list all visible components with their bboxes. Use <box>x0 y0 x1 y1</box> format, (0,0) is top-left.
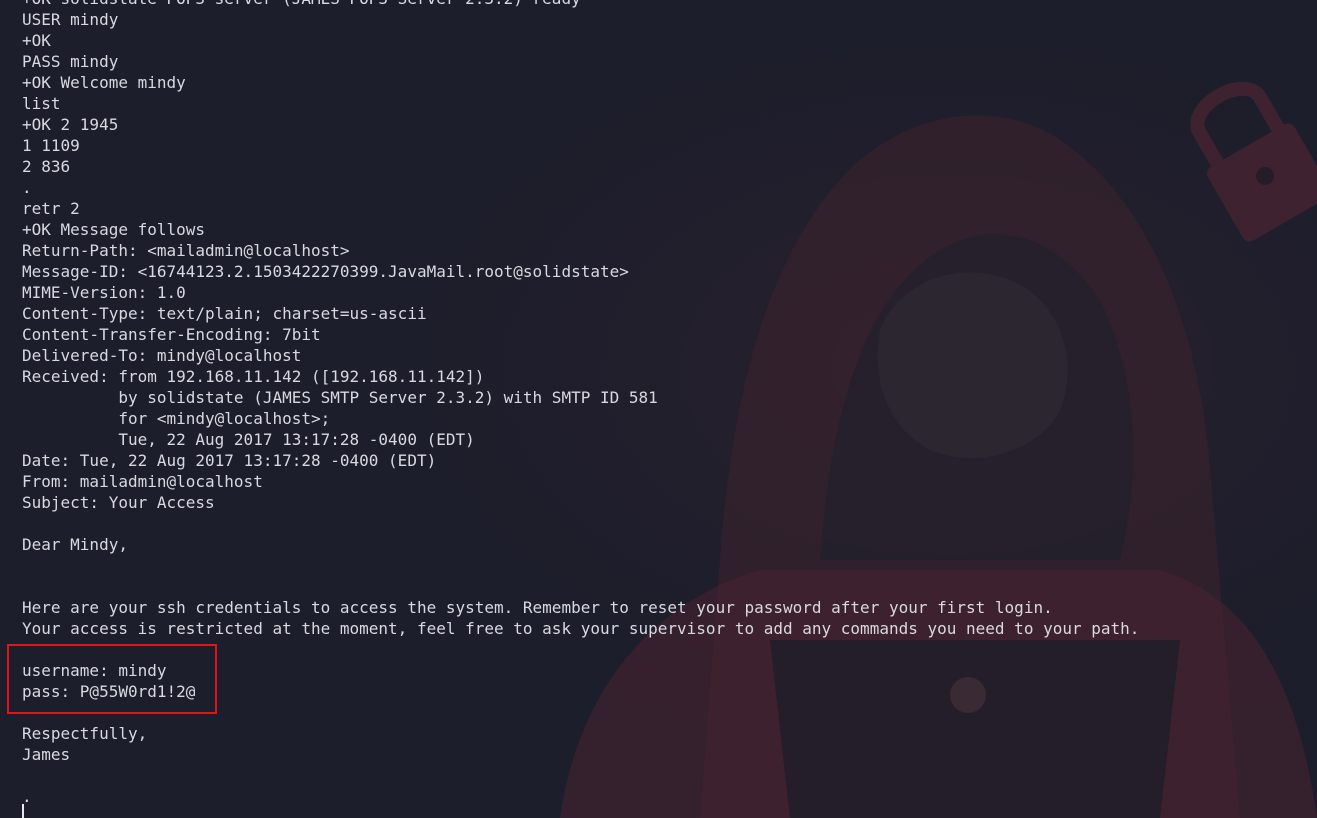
credentials-highlight-box <box>7 644 217 714</box>
terminal-line: PASS mindy <box>22 52 119 71</box>
terminal-line: by solidstate (JAMES SMTP Server 2.3.2) … <box>22 388 658 407</box>
terminal-line: 1 1109 <box>22 136 80 155</box>
terminal-line: James <box>22 745 71 764</box>
text-cursor <box>22 804 24 818</box>
terminal-line: Content-Type: text/plain; charset=us-asc… <box>22 304 427 323</box>
terminal-line: Message-ID: <16744123.2.1503422270399.Ja… <box>22 262 629 281</box>
terminal-line: . <box>22 787 32 806</box>
terminal-line: Received: from 192.168.11.142 ([192.168.… <box>22 367 485 386</box>
terminal-line: list <box>22 94 61 113</box>
terminal-line: Your access is restricted at the moment,… <box>22 619 1140 638</box>
terminal-line: retr 2 <box>22 199 80 218</box>
terminal-line: . <box>22 178 32 197</box>
terminal-line: for <mindy@localhost>; <box>22 409 331 428</box>
terminal-line: From: mailadmin@localhost <box>22 472 263 491</box>
terminal-line: +OK solidstate POP3 server (JAMES POP3 S… <box>22 0 1139 9</box>
terminal-line: Date: Tue, 22 Aug 2017 13:17:28 -0400 (E… <box>22 451 437 470</box>
terminal-line: Delivered-To: mindy@localhost <box>22 346 302 365</box>
terminal-line: +OK 2 1945 <box>22 115 119 134</box>
terminal-line: +OK Message follows <box>22 220 206 239</box>
terminal-window[interactable]: +OK solidstate POP3 server (JAMES POP3 S… <box>0 0 1317 818</box>
terminal-line: Content-Transfer-Encoding: 7bit <box>22 325 321 344</box>
terminal-line: USER mindy <box>22 10 119 29</box>
terminal-line: Return-Path: <mailadmin@localhost> <box>22 241 350 260</box>
terminal-line: Respectfully, <box>22 724 148 743</box>
terminal-line: Here are your ssh credentials to access … <box>22 598 1053 617</box>
terminal-line: Dear Mindy, <box>22 535 128 554</box>
terminal-line: MIME-Version: 1.0 <box>22 283 186 302</box>
terminal-line: Tue, 22 Aug 2017 13:17:28 -0400 (EDT) <box>22 430 475 449</box>
terminal-line: Subject: Your Access <box>22 493 215 512</box>
terminal-line: 2 836 <box>22 157 71 176</box>
terminal-line: +OK Welcome mindy <box>22 73 186 92</box>
terminal-line: +OK <box>22 31 51 50</box>
